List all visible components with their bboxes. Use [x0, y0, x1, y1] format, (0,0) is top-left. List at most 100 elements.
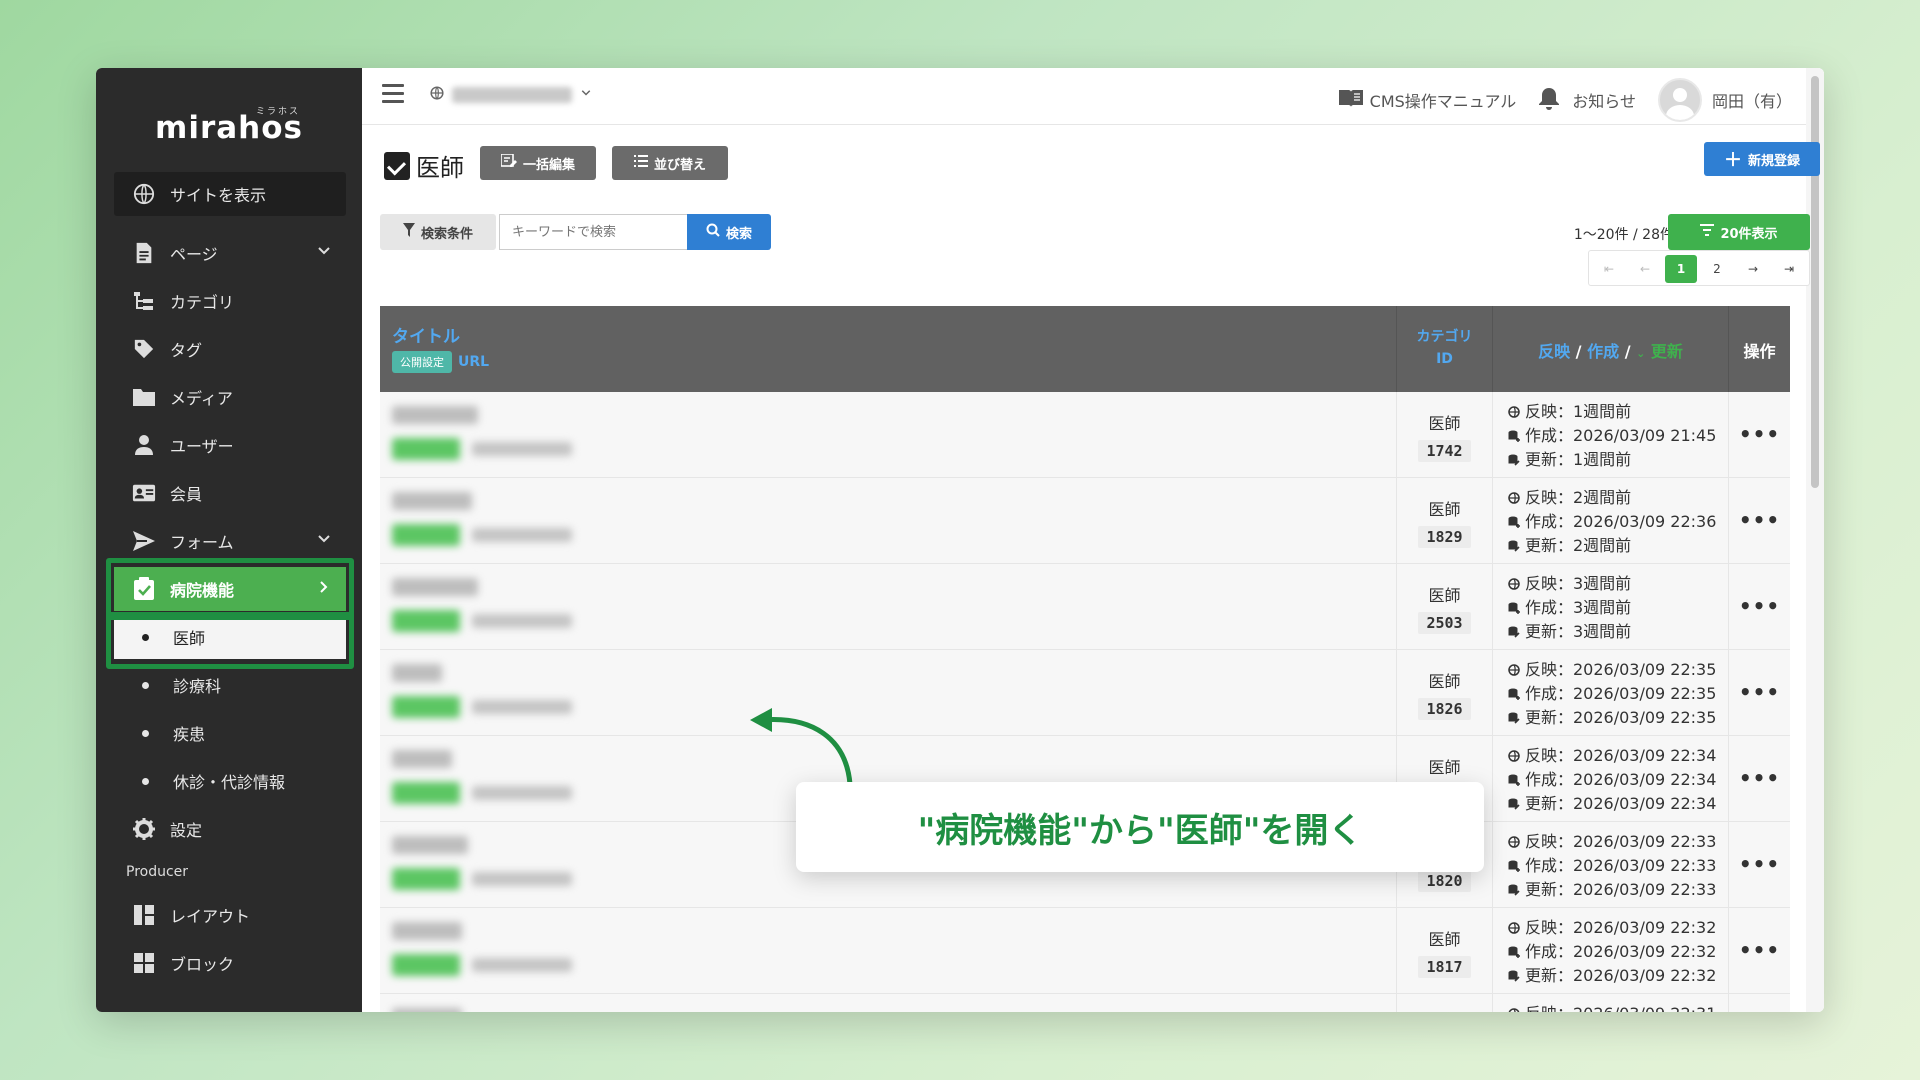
- row-title-cell[interactable]: [380, 650, 1396, 735]
- header-public-badge: 公開設定: [392, 351, 452, 373]
- row-actions-button[interactable]: •••: [1728, 822, 1790, 907]
- prev-page-icon[interactable]: ←: [1629, 255, 1661, 283]
- last-page-icon[interactable]: ⇥: [1773, 255, 1805, 283]
- row-title-cell[interactable]: [380, 564, 1396, 649]
- next-page-icon[interactable]: →: [1737, 255, 1769, 283]
- sidebar-item-block[interactable]: ブロック: [114, 941, 346, 985]
- sidebar-item-tag[interactable]: タグ: [114, 327, 346, 371]
- sidebar-item-layout[interactable]: レイアウト: [114, 893, 346, 937]
- row-actions-button[interactable]: [1728, 994, 1790, 1012]
- sidebar-item-label: ページ: [170, 245, 218, 264]
- sidebar-subitem-diseases[interactable]: 疾患: [114, 711, 346, 755]
- clipboard-check-icon: [132, 577, 156, 601]
- search-button[interactable]: 検索: [687, 214, 771, 250]
- clipboard-check-icon: [384, 151, 410, 180]
- row-actions-button[interactable]: •••: [1728, 908, 1790, 993]
- more-dots-icon[interactable]: •••: [1739, 422, 1780, 446]
- table-row[interactable]: 医師 1829 反映：2週間前 作成：2026/03/09 22:36 更新：2…: [380, 478, 1790, 564]
- user-menu[interactable]: 岡田（有）: [1657, 78, 1792, 122]
- row-title-cell[interactable]: [380, 478, 1396, 563]
- row-actions-button[interactable]: •••: [1728, 392, 1790, 477]
- row-title-cell[interactable]: [380, 908, 1396, 993]
- table-row[interactable]: 医師 2503 反映：3週間前 作成：3週間前 更新：3週間前 •••: [380, 564, 1790, 650]
- database-edit-icon: [1507, 970, 1520, 983]
- row-category: 医師: [1428, 672, 1461, 691]
- new-registration-label: 新規登録: [1747, 153, 1800, 169]
- header-created[interactable]: 作成: [1587, 342, 1619, 361]
- redacted-title: [392, 836, 468, 854]
- row-title-cell[interactable]: [380, 392, 1396, 477]
- header-dates: 反映 / 作成 / ⌄ 更新: [1492, 306, 1728, 392]
- page-title-text: 医師: [416, 154, 464, 182]
- sidebar-subitem-closures[interactable]: 休診・代診情報: [114, 759, 346, 803]
- topbar: CMS操作マニュアル お知らせ 岡田（有）: [362, 68, 1824, 125]
- folder-icon: [132, 385, 156, 409]
- bulk-edit-button[interactable]: 一括編集: [480, 146, 596, 180]
- sidebar-item-category[interactable]: カテゴリ: [114, 279, 346, 323]
- database-edit-icon: [1507, 798, 1520, 811]
- sidebar-subitem-doctors[interactable]: 医師: [114, 615, 346, 659]
- avatar: [1657, 78, 1702, 122]
- page-link-2[interactable]: 2: [1701, 255, 1733, 283]
- redacted-title: [392, 406, 478, 424]
- sort-button[interactable]: 並び替え: [612, 146, 728, 180]
- row-reflect: 反映：3週間前: [1525, 574, 1632, 593]
- row-actions-button[interactable]: •••: [1728, 564, 1790, 649]
- globe-icon: [132, 182, 156, 206]
- view-site-button[interactable]: サイトを表示: [114, 172, 346, 216]
- sidebar-item-member[interactable]: 会員: [114, 471, 346, 515]
- redacted-public-badge: [392, 954, 460, 976]
- more-dots-icon[interactable]: •••: [1739, 766, 1780, 790]
- new-registration-button[interactable]: ＋ 新規登録: [1704, 142, 1820, 176]
- header-reflect[interactable]: 反映: [1538, 342, 1570, 361]
- table-row[interactable]: 医師 反映：2026/03/09 22:31: [380, 994, 1790, 1012]
- site-selector[interactable]: [430, 86, 592, 104]
- row-actions-button[interactable]: •••: [1728, 736, 1790, 821]
- sidebar-item-form[interactable]: フォーム: [114, 519, 346, 563]
- search-input[interactable]: [499, 214, 687, 250]
- notice-button[interactable]: お知らせ: [1538, 86, 1636, 114]
- sidebar-item-hospital-functions[interactable]: 病院機能: [114, 567, 346, 611]
- header-url-label[interactable]: URL: [458, 354, 489, 370]
- database-edit-icon: [1507, 540, 1520, 553]
- sidebar-item-pages[interactable]: ページ: [114, 231, 346, 275]
- more-dots-icon[interactable]: •••: [1739, 852, 1780, 876]
- sidebar-item-media[interactable]: メディア: [114, 375, 346, 419]
- sidebar-subitem-departments[interactable]: 診療科: [114, 663, 346, 707]
- view-site-label: サイトを表示: [170, 186, 267, 205]
- sidebar-item-label: ユーザー: [170, 437, 234, 456]
- filter-conditions-button[interactable]: 検索条件: [380, 214, 496, 250]
- row-actions-button[interactable]: •••: [1728, 650, 1790, 735]
- more-dots-icon[interactable]: •••: [1739, 508, 1780, 532]
- redacted-url: [472, 958, 572, 972]
- layout-icon: [132, 903, 156, 927]
- hamburger-menu-button[interactable]: [382, 84, 404, 108]
- table-row[interactable]: 医師 1817 反映：2026/03/09 22:32 作成：2026/03/0…: [380, 908, 1790, 994]
- sort-down-icon: ⌄: [1636, 347, 1646, 360]
- chevron-down-icon: [316, 243, 332, 263]
- per-page-button[interactable]: 20件表示: [1668, 214, 1810, 250]
- logo[interactable]: ミラホス mirahos: [96, 104, 362, 146]
- row-category: 医師: [1428, 414, 1461, 433]
- page-link-1[interactable]: 1: [1665, 255, 1697, 283]
- row-id: 1742: [1418, 440, 1471, 462]
- table-row[interactable]: 医師 1742 反映：1週間前 作成：2026/03/09 21:45 更新：1…: [380, 392, 1790, 478]
- manual-link[interactable]: CMS操作マニュアル: [1338, 88, 1516, 112]
- table-row[interactable]: 医師 1826 反映：2026/03/09 22:35 作成：2026/03/0…: [380, 650, 1790, 736]
- row-actions-button[interactable]: •••: [1728, 478, 1790, 563]
- scrollbar[interactable]: [1806, 68, 1824, 1012]
- sidebar-item-settings[interactable]: 設定: [114, 807, 346, 851]
- header-title-label[interactable]: タイトル: [392, 322, 1396, 347]
- sidebar-item-label: フォーム: [170, 533, 234, 552]
- more-dots-icon[interactable]: •••: [1739, 938, 1780, 962]
- redacted-title: [392, 578, 478, 596]
- sidebar-item-user[interactable]: ユーザー: [114, 423, 346, 467]
- row-created: 作成：2026/03/09 21:45: [1525, 426, 1717, 445]
- more-dots-icon[interactable]: •••: [1739, 594, 1780, 618]
- header-category[interactable]: カテゴリ ID: [1396, 306, 1492, 392]
- first-page-icon[interactable]: ⇤: [1593, 255, 1625, 283]
- header-updated[interactable]: 更新: [1651, 342, 1683, 361]
- row-title-cell[interactable]: [380, 994, 1396, 1012]
- scrollbar-thumb[interactable]: [1811, 76, 1819, 488]
- more-dots-icon[interactable]: •••: [1739, 680, 1780, 704]
